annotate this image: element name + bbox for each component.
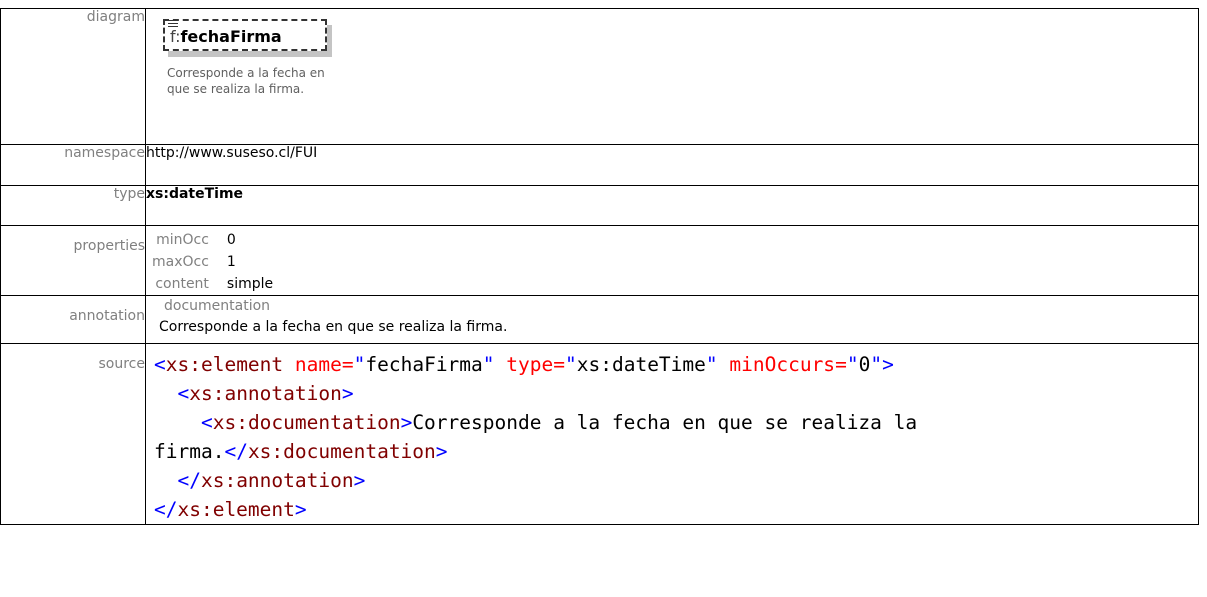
namespace-value: http://www.suseso.cl/FUI [145,144,1199,186]
diagram-row: diagram f:fechaFirma Corresponde a la fe… [0,8,1199,145]
element-name[interactable]: f:fechaFirma [170,27,282,46]
type-value[interactable]: xs:dateTime [145,185,1199,226]
property-row: maxOcc 1 [152,251,281,273]
properties-cell: minOcc 0 maxOcc 1 content simple [145,225,1199,296]
source-line: </xs:annotation> [177,469,366,492]
type-label: type [0,185,146,226]
source-row: source <xs:element name="fechaFirma" typ… [0,343,1199,525]
diagram-label: diagram [0,8,146,145]
source-line: </xs:element> [154,498,307,521]
properties-row: properties minOcc 0 maxOcc 1 content sim… [0,225,1199,296]
element-doc-text: Corresponde a la fecha en que se realiza… [167,65,357,97]
element-local-name: fechaFirma [180,27,282,46]
annotation-label: annotation [0,295,146,344]
annotation-cell: documentation Corresponde a la fecha en … [145,295,1199,344]
source-label: source [0,343,146,525]
doc-line-1: Corresponde a la fecha en [167,66,325,80]
element-prefix: f: [170,27,181,46]
source-line: <xs:documentation>Corresponde a la fecha… [200,411,918,434]
annotation-row: annotation documentation Corresponde a l… [0,295,1199,344]
source-cell: <xs:element name="fechaFirma" type="xs:d… [145,343,1199,525]
property-row: content simple [152,273,281,295]
type-row: type xs:dateTime [0,185,1199,226]
property-value: 1 [226,254,236,270]
property-value: 0 [226,232,236,248]
source-line: firma.</xs:documentation> [154,440,448,463]
source-line: <xs:element name="fechaFirma" type="xs:d… [154,353,894,376]
annotation-key: documentation [164,298,271,314]
namespace-label: namespace [0,144,146,186]
source-line: <xs:annotation> [177,382,354,405]
property-key: content [155,276,209,292]
doc-line-2: que se realiza la firma. [167,82,305,96]
property-value: simple [226,276,274,292]
namespace-row: namespace http://www.suseso.cl/FUI [0,144,1199,186]
annotation-text: Corresponde a la fecha en que se realiza… [159,319,508,335]
property-row: minOcc 0 [152,229,281,251]
element-diagram: f:fechaFirma Corresponde a la fecha en q… [146,9,1198,129]
properties-table: minOcc 0 maxOcc 1 content simple [152,229,281,295]
property-key: minOcc [156,232,209,248]
diagram-cell: f:fechaFirma Corresponde a la fecha en q… [145,8,1199,145]
properties-label: properties [0,225,146,296]
source-code: <xs:element name="fechaFirma" type="xs:d… [154,350,1174,524]
property-key: maxOcc [152,254,209,270]
element-doc-table: diagram f:fechaFirma Corresponde a la fe… [0,8,1199,525]
